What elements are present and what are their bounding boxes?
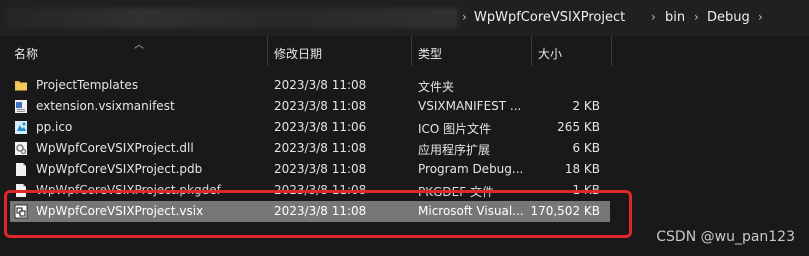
chevron-right-icon[interactable]: › [694,10,699,24]
chevron-right-icon[interactable]: › [462,10,467,24]
folder-icon [14,78,28,93]
breadcrumb-item-project[interactable]: WpWpfCoreVSIXProject [474,10,625,25]
file-name: ProjectTemplates [36,78,139,92]
file-type: Program Debug... [418,162,524,176]
file-date: 2023/3/8 11:08 [274,141,367,155]
column-divider[interactable] [267,36,268,66]
file-row[interactable]: WpWpfCoreVSIXProject.dll 2023/3/8 11:08 … [10,138,610,159]
file-date: 2023/3/8 11:08 [274,99,367,113]
column-header-date[interactable]: 修改日期 [274,45,322,62]
breadcrumb-item-debug[interactable]: Debug [707,10,750,25]
file-type: ICO 图片文件 [418,122,492,136]
address-bar[interactable]: › WpWpfCoreVSIXProject › bin › Debug › [0,0,809,36]
file-name: extension.vsixmanifest [36,99,175,113]
column-header-bar: ︿ 名称 修改日期 类型 大小 [0,36,612,66]
sort-ascending-icon: ︿ [134,40,144,51]
pdb-file-icon [14,162,28,177]
file-name: pp.ico [36,120,73,134]
blurred-path-segment [6,8,458,28]
manifest-file-icon [14,99,28,114]
file-row[interactable]: pp.ico 2023/3/8 11:06 ICO 图片文件 265 KB [10,117,610,138]
file-name: WpWpfCoreVSIXProject.pdb [36,162,203,176]
ico-file-icon [14,120,28,135]
file-name: WpWpfCoreVSIXProject.dll [36,141,194,155]
column-divider[interactable] [611,36,612,66]
file-date: 2023/3/8 11:08 [274,78,367,92]
file-row[interactable]: WpWpfCoreVSIXProject.pdb 2023/3/8 11:08 … [10,159,610,180]
column-divider[interactable] [531,36,532,66]
file-date: 2023/3/8 11:06 [274,120,367,134]
column-divider[interactable] [411,36,412,66]
file-date: 2023/3/8 11:08 [274,162,367,176]
file-type: 应用程序扩展 [418,143,491,157]
file-row[interactable]: extension.vsixmanifest 2023/3/8 11:08 VS… [10,96,610,117]
chevron-right-icon[interactable]: › [651,10,656,24]
file-size: 265 KB [557,120,600,134]
column-header-name[interactable]: 名称 [14,45,38,62]
chevron-right-icon[interactable]: › [758,10,763,24]
file-type: VSIXMANIFEST ... [418,99,522,113]
file-row[interactable]: ProjectTemplates 2023/3/8 11:08 文件夹 [10,75,610,96]
watermark: CSDN @wu_pan123 [656,229,795,245]
file-size: 6 KB [572,141,600,155]
file-type: 文件夹 [418,80,455,94]
annotation-highlight-box [4,190,632,238]
column-header-type[interactable]: 类型 [418,45,442,62]
file-size: 2 KB [572,99,600,113]
breadcrumb-item-bin[interactable]: bin [665,10,685,25]
column-header-size[interactable]: 大小 [538,45,562,62]
file-size: 18 KB [564,162,600,176]
dll-file-icon [14,141,28,156]
